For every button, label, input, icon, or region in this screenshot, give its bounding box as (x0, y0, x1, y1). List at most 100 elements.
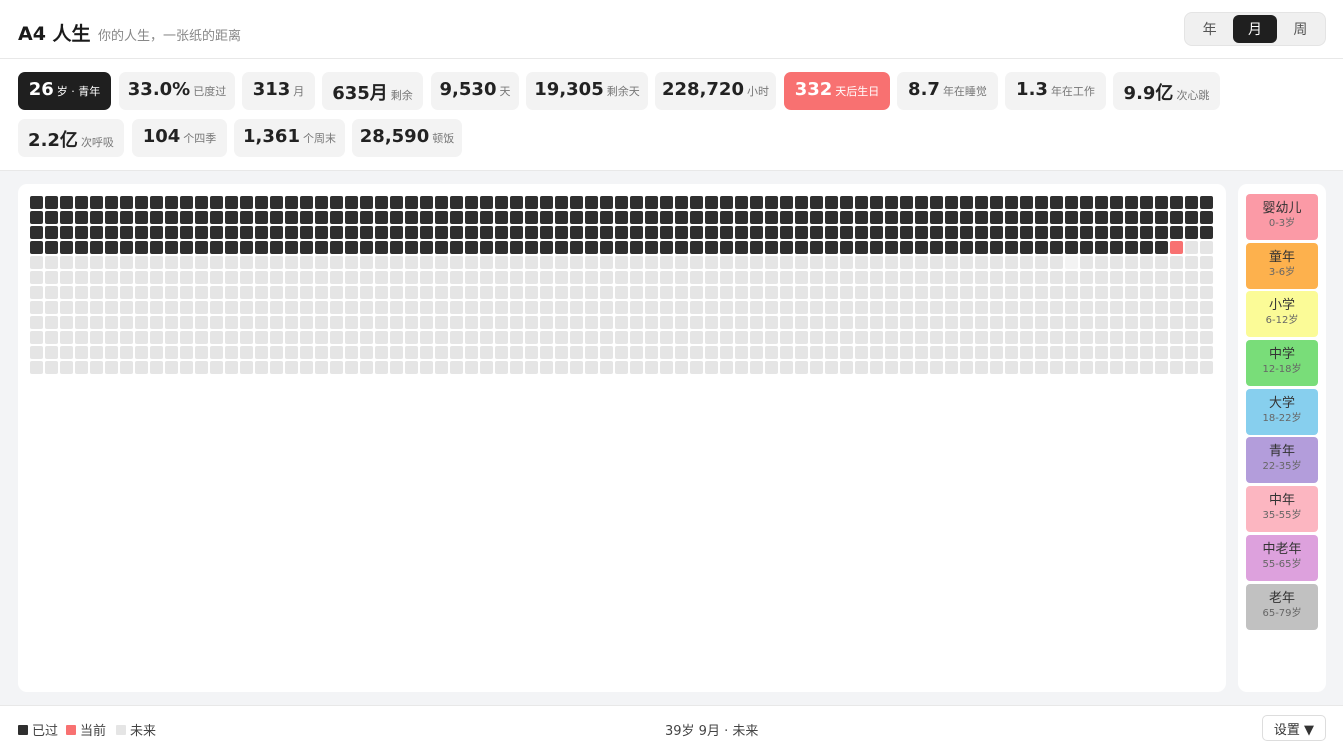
month-cell[interactable] (330, 226, 343, 239)
month-cell[interactable] (555, 226, 568, 239)
month-cell[interactable] (120, 226, 133, 239)
month-cell[interactable] (585, 286, 598, 299)
month-cell[interactable] (225, 331, 238, 344)
month-cell[interactable] (165, 211, 178, 224)
month-cell[interactable] (255, 316, 268, 329)
month-cell[interactable] (105, 301, 118, 314)
month-cell[interactable] (480, 361, 493, 374)
month-cell[interactable] (525, 196, 538, 209)
month-cell[interactable] (1050, 286, 1063, 299)
month-cell[interactable] (930, 226, 943, 239)
month-cell[interactable] (690, 286, 703, 299)
month-cell[interactable] (135, 271, 148, 284)
month-cell[interactable] (570, 286, 583, 299)
month-cell[interactable] (465, 226, 478, 239)
month-cell[interactable] (285, 316, 298, 329)
month-cell[interactable] (900, 196, 913, 209)
month-cell[interactable] (420, 226, 433, 239)
month-cell[interactable] (900, 361, 913, 374)
month-cell[interactable] (285, 271, 298, 284)
month-cell[interactable] (645, 316, 658, 329)
month-cell[interactable] (930, 271, 943, 284)
month-cell[interactable] (225, 301, 238, 314)
month-cell[interactable] (135, 211, 148, 224)
month-cell[interactable] (345, 346, 358, 359)
month-cell[interactable] (750, 301, 763, 314)
month-cell[interactable] (585, 271, 598, 284)
month-cell[interactable] (600, 256, 613, 269)
month-cell[interactable] (825, 256, 838, 269)
month-cell[interactable] (900, 316, 913, 329)
month-cell[interactable] (960, 226, 973, 239)
month-cell[interactable] (885, 196, 898, 209)
month-cell[interactable] (780, 211, 793, 224)
month-cell[interactable] (285, 196, 298, 209)
month-cell[interactable] (825, 316, 838, 329)
month-cell[interactable] (690, 331, 703, 344)
month-cell[interactable] (1110, 361, 1123, 374)
month-cell[interactable] (480, 346, 493, 359)
month-cell[interactable] (1020, 301, 1033, 314)
month-cell[interactable] (240, 286, 253, 299)
month-cell[interactable] (1035, 316, 1048, 329)
stage-middle-age[interactable]: 中年 35-55岁 (1246, 486, 1318, 532)
month-cell[interactable] (1035, 346, 1048, 359)
month-cell[interactable] (630, 226, 643, 239)
month-cell[interactable] (135, 346, 148, 359)
month-cell[interactable] (930, 316, 943, 329)
month-cell[interactable] (630, 301, 643, 314)
month-cell[interactable] (30, 286, 43, 299)
month-cell[interactable] (465, 316, 478, 329)
month-cell[interactable] (270, 331, 283, 344)
month-cell[interactable] (1005, 271, 1018, 284)
month-cell[interactable] (1185, 301, 1198, 314)
month-cell[interactable] (690, 241, 703, 254)
month-cell[interactable] (405, 196, 418, 209)
month-cell[interactable] (945, 226, 958, 239)
month-cell[interactable] (915, 361, 928, 374)
month-cell[interactable] (30, 256, 43, 269)
month-cell[interactable] (720, 241, 733, 254)
month-cell[interactable] (45, 271, 58, 284)
month-cell[interactable] (1095, 211, 1108, 224)
month-cell[interactable] (690, 256, 703, 269)
month-cell[interactable] (225, 211, 238, 224)
month-cell[interactable] (480, 286, 493, 299)
month-cell[interactable] (225, 196, 238, 209)
month-cell[interactable] (540, 286, 553, 299)
month-cell[interactable] (45, 346, 58, 359)
month-cell[interactable] (1005, 361, 1018, 374)
month-cell[interactable] (1185, 196, 1198, 209)
month-cell[interactable] (1125, 301, 1138, 314)
month-cell[interactable] (180, 286, 193, 299)
month-cell[interactable] (300, 256, 313, 269)
month-cell[interactable] (735, 196, 748, 209)
month-cell[interactable] (570, 256, 583, 269)
month-cell[interactable] (390, 316, 403, 329)
month-cell[interactable] (720, 346, 733, 359)
month-cell[interactable] (1200, 196, 1213, 209)
month-cell[interactable] (690, 361, 703, 374)
month-cell[interactable] (345, 226, 358, 239)
month-cell[interactable] (615, 211, 628, 224)
month-cell[interactable] (75, 331, 88, 344)
month-cell[interactable] (600, 316, 613, 329)
month-cell[interactable] (900, 256, 913, 269)
month-cell[interactable] (705, 286, 718, 299)
month-cell[interactable] (135, 226, 148, 239)
month-cell[interactable] (525, 226, 538, 239)
month-cell[interactable] (420, 286, 433, 299)
month-cell[interactable] (1020, 361, 1033, 374)
month-cell[interactable] (945, 316, 958, 329)
month-cell[interactable] (525, 361, 538, 374)
month-cell[interactable] (300, 211, 313, 224)
month-cell[interactable] (60, 196, 73, 209)
month-cell[interactable] (450, 196, 463, 209)
month-cell[interactable] (270, 226, 283, 239)
month-cell[interactable] (720, 271, 733, 284)
month-cell[interactable] (990, 241, 1003, 254)
month-cell[interactable] (180, 346, 193, 359)
month-cell[interactable] (480, 211, 493, 224)
month-cell[interactable] (735, 286, 748, 299)
month-cell[interactable] (795, 256, 808, 269)
